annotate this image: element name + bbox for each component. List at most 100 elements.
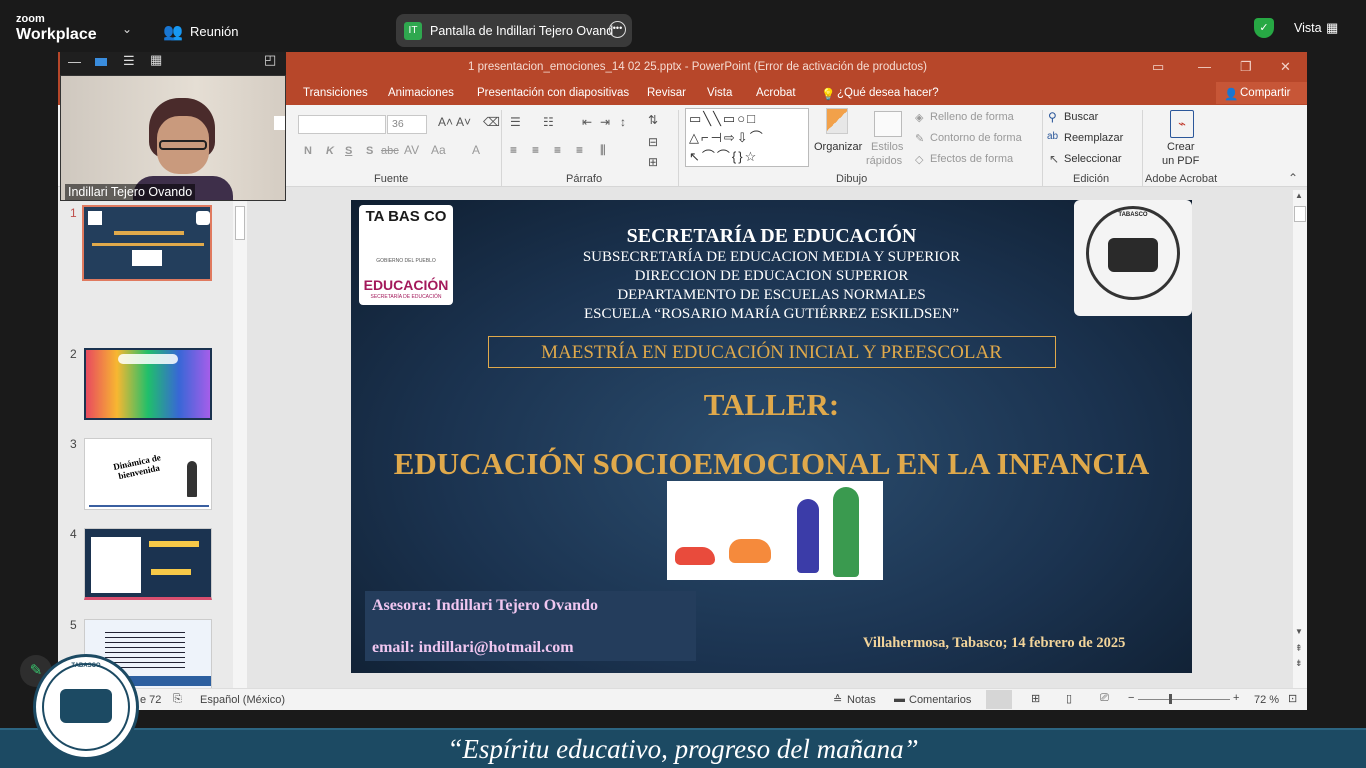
smartart-icon[interactable]: ⊞ xyxy=(648,155,658,169)
next-slide-icon[interactable]: ⇟ xyxy=(1295,658,1303,669)
zoom-in-icon[interactable]: + xyxy=(1233,692,1239,704)
seal-overlay-label: TABASCO xyxy=(71,663,101,669)
bullets-icon[interactable]: ☰ xyxy=(510,115,521,129)
reading-view-icon[interactable]: ▯ xyxy=(1066,692,1072,705)
underline-button[interactable]: S xyxy=(345,145,352,157)
justify-icon[interactable]: ≡ xyxy=(576,143,583,157)
collapse-ribbon-icon[interactable]: ⌃ xyxy=(1288,171,1298,185)
child-silhouette xyxy=(833,487,859,577)
separator xyxy=(1042,110,1043,186)
maximize-icon[interactable]: ❐ xyxy=(1240,59,1252,75)
grow-font-icon[interactable]: A˄ xyxy=(438,115,453,129)
language-status[interactable]: Español (México) xyxy=(200,694,285,706)
font-name-field[interactable] xyxy=(298,115,386,134)
tab-vista[interactable]: Vista xyxy=(707,87,732,99)
arrange-icon[interactable] xyxy=(826,108,848,134)
quick-styles-label-2[interactable]: rápidos xyxy=(866,155,902,167)
text-direction-icon[interactable]: ⇅ xyxy=(648,113,658,127)
slideshow-view-icon[interactable]: ⎚ xyxy=(1100,692,1109,705)
create-pdf-label-1[interactable]: Crear xyxy=(1167,141,1195,153)
fit-slide-icon[interactable]: ⊡ xyxy=(1288,692,1297,705)
program-title: MAESTRÍA EN EDUCACIÓN INICIAL Y PREESCOL… xyxy=(541,342,1002,363)
zoom-out-icon[interactable]: − xyxy=(1128,692,1134,704)
close-icon[interactable]: ✕ xyxy=(1280,59,1291,75)
numbering-icon[interactable]: ☷ xyxy=(543,115,554,129)
shapes-gallery[interactable]: ▭╲╲▭○□ △⌐⊣⇨⇩⌒ ↖⌒⌒{}☆ xyxy=(685,108,809,167)
arrange-label[interactable]: Organizar xyxy=(814,141,862,153)
pdf-icon[interactable]: ⌁ xyxy=(1170,110,1194,138)
shield-icon[interactable]: ✓ xyxy=(1254,18,1274,38)
thumb-number: 1 xyxy=(70,206,77,220)
thumb-number: 4 xyxy=(70,527,77,541)
shrink-font-icon[interactable]: A˅ xyxy=(456,115,471,129)
decrease-indent-icon[interactable]: ⇤ xyxy=(582,115,592,129)
baby-silhouette xyxy=(675,547,715,565)
scroll-thumb[interactable] xyxy=(235,206,245,240)
thumbnail-slide-3[interactable]: Dinámica de bienvenida xyxy=(84,438,212,510)
increase-indent-icon[interactable]: ⇥ xyxy=(600,115,610,129)
tell-me-search[interactable]: ¿Qué desea hacer? xyxy=(837,87,939,99)
zoom-slider-thumb[interactable] xyxy=(1169,694,1172,704)
columns-icon[interactable]: ⫼ xyxy=(600,143,606,158)
speaker-view-icon[interactable] xyxy=(95,58,107,66)
tab-acrobat[interactable]: Acrobat xyxy=(756,87,796,99)
tab-presentacion[interactable]: Presentación con diapositivas xyxy=(477,87,629,99)
spacing-icon[interactable]: AV xyxy=(404,143,419,157)
zoom-level[interactable]: 72 % xyxy=(1254,694,1279,706)
scroll-thumb[interactable] xyxy=(1294,206,1306,222)
more-options-icon[interactable]: ••• xyxy=(609,21,626,38)
scroll-up-icon[interactable]: ▲ xyxy=(1295,191,1303,200)
minimize-video-icon[interactable]: — xyxy=(68,54,81,69)
shape-effects-button[interactable]: Efectos de forma xyxy=(930,153,1013,165)
thumbnail-slide-1[interactable] xyxy=(82,205,212,281)
people-icon[interactable]: 👥 xyxy=(163,22,183,42)
minimize-icon[interactable]: — xyxy=(1198,59,1211,74)
tab-revisar[interactable]: Revisar xyxy=(647,87,686,99)
previous-slide-icon[interactable]: ⇞ xyxy=(1295,643,1303,654)
font-size-field[interactable]: 36 xyxy=(387,115,427,134)
shape-fill-button[interactable]: Relleno de forma xyxy=(930,111,1014,123)
tab-transiciones[interactable]: Transiciones xyxy=(303,87,368,99)
thumbnail-slide-4[interactable] xyxy=(84,528,212,600)
gallery-view-icon[interactable]: ▦ xyxy=(150,52,162,68)
expand-icon[interactable]: ◰ xyxy=(264,52,276,68)
webcam-controls: — ☰ ▦ ◰ xyxy=(60,52,286,75)
spelling-icon[interactable]: ⎘ xyxy=(173,693,182,706)
clear-format-icon[interactable]: ⌫ xyxy=(483,115,500,129)
normal-view-icon[interactable] xyxy=(986,690,1012,709)
notes-button[interactable]: Notas xyxy=(847,694,876,706)
shape-outline-button[interactable]: Contorno de forma xyxy=(930,132,1022,144)
find-button[interactable]: Buscar xyxy=(1064,111,1098,123)
align-right-icon[interactable]: ≡ xyxy=(554,143,561,157)
view-button[interactable]: Vista xyxy=(1294,21,1322,35)
thumbnails-scrollbar[interactable] xyxy=(233,202,247,688)
shadow-button[interactable]: S xyxy=(366,145,373,157)
grid-view-icon[interactable]: ▦ xyxy=(1326,20,1338,36)
bold-button[interactable]: N xyxy=(304,145,312,157)
align-center-icon[interactable]: ≡ xyxy=(532,143,539,157)
change-case-icon[interactable]: Aa xyxy=(431,143,446,157)
zoom-logo-top: zoom xyxy=(16,13,45,25)
line-spacing-icon[interactable]: ↕ xyxy=(620,115,626,129)
tab-animaciones[interactable]: Animaciones xyxy=(388,87,454,99)
create-pdf-label-2[interactable]: un PDF xyxy=(1162,155,1199,167)
replace-button[interactable]: Reemplazar xyxy=(1064,132,1123,144)
italic-button[interactable]: K xyxy=(326,145,334,157)
strikethrough-button[interactable]: abc xyxy=(381,145,399,157)
meeting-label[interactable]: Reunión xyxy=(190,24,238,39)
comments-button[interactable]: Comentarios xyxy=(909,694,971,706)
sorter-view-icon[interactable]: ⊞ xyxy=(1031,692,1040,705)
quick-styles-label-1[interactable]: Estilos xyxy=(871,141,903,153)
align-text-icon[interactable]: ⊟ xyxy=(648,135,658,149)
zoom-slider[interactable] xyxy=(1138,699,1230,700)
font-color-icon[interactable]: A xyxy=(472,143,480,157)
select-button[interactable]: Seleccionar xyxy=(1064,153,1121,165)
ribbon-display-icon[interactable]: ▭ xyxy=(1152,59,1164,75)
scroll-down-icon[interactable]: ▼ xyxy=(1295,627,1303,636)
align-left-icon[interactable]: ≡ xyxy=(510,143,517,157)
thumbnail-slide-2[interactable] xyxy=(84,348,212,420)
slide-scrollbar[interactable]: ▲ ▼ ⇞ ⇟ xyxy=(1293,190,1307,688)
quick-styles-icon[interactable] xyxy=(874,111,902,137)
chevron-down-icon[interactable]: ⌄ xyxy=(122,22,132,36)
strip-view-icon[interactable]: ☰ xyxy=(123,53,135,69)
